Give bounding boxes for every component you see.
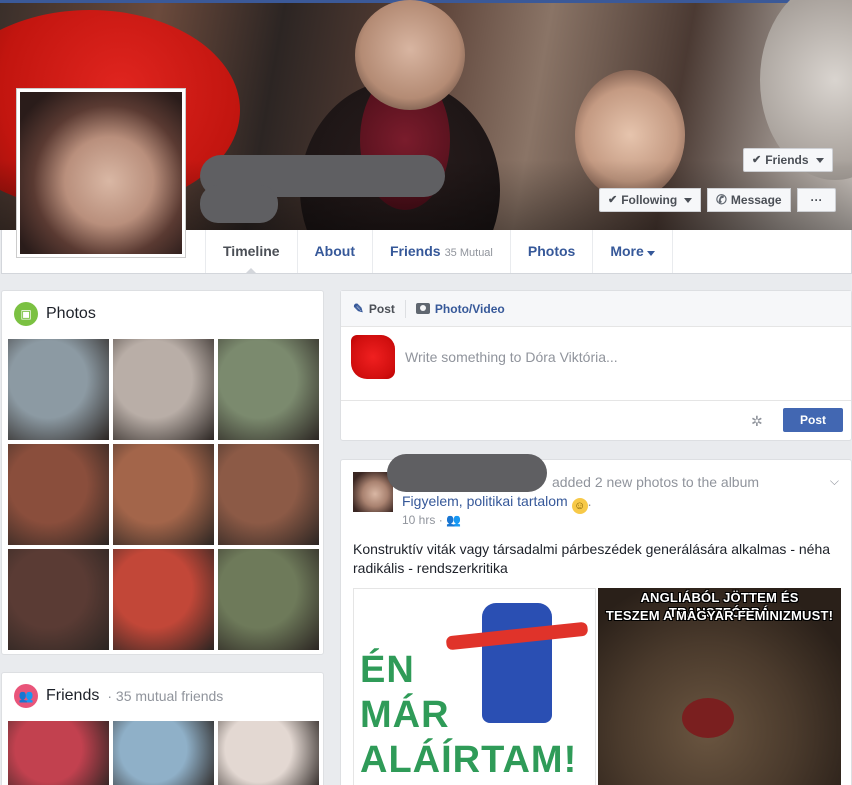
tab-about[interactable]: About <box>298 230 373 273</box>
composer-tab-label: Post <box>368 301 395 316</box>
mutual-friends-count: · 35 mutual friends <box>107 688 224 704</box>
caret-down-icon <box>684 197 693 203</box>
composer-tab-post[interactable]: ✎ Post <box>353 301 395 317</box>
post-timestamp[interactable]: 10 hrs <box>402 513 435 527</box>
image-text-line: ALÁÍRTAM! <box>360 739 578 781</box>
redacted-author-name <box>387 454 547 492</box>
caret-down-icon <box>815 157 824 163</box>
tab-label: Photos <box>527 243 576 259</box>
photo-thumbnail[interactable] <box>218 549 319 650</box>
divider <box>404 299 406 318</box>
photos-card: ▣ Photos <box>1 290 324 655</box>
photo-thumbnail[interactable] <box>8 549 109 650</box>
photo-grid <box>8 339 319 650</box>
photos-card-header: ▣ Photos <box>2 291 323 337</box>
gear-icon[interactable]: ✲ <box>751 413 763 430</box>
photo-icon: ▣ <box>14 302 38 326</box>
image-text-line: ÉN <box>360 649 415 691</box>
photo-thumbnail[interactable] <box>113 339 214 440</box>
composer-tabs: ✎ Post Photo/Video <box>341 291 851 327</box>
friends-button-label: Friends <box>765 153 809 167</box>
redacted-profile-name <box>200 185 278 223</box>
pencil-icon: ✎ <box>353 300 364 316</box>
more-options-button[interactable]: ··· <box>797 188 836 212</box>
redacted-avatar <box>351 335 395 379</box>
friend-thumbnail[interactable] <box>113 721 214 785</box>
composer-input[interactable]: Write something to Dóra Viktória... <box>405 349 618 365</box>
tab-label: Timeline <box>223 243 280 259</box>
post-composer: ✎ Post Photo/Video Write something to Dó… <box>340 290 852 441</box>
friend-thumbnail[interactable] <box>218 721 319 785</box>
ellipsis-icon: ··· <box>810 193 823 207</box>
photos-card-title[interactable]: Photos <box>46 305 96 323</box>
photo-thumbnail[interactable] <box>113 444 214 545</box>
following-button[interactable]: ✔ Following <box>599 188 702 212</box>
composer-tab-photo-video[interactable]: Photo/Video <box>415 301 505 316</box>
composer-body[interactable]: Write something to Dóra Viktória... <box>341 327 851 401</box>
friends-card-title[interactable]: Friends <box>46 687 99 705</box>
fist-illustration <box>482 603 552 723</box>
post-meta: 10 hrs · 👥 <box>402 513 461 527</box>
friends-grid <box>8 721 319 785</box>
friends-button[interactable]: ✔ Friends <box>743 148 833 172</box>
post-image-2[interactable]: ANGLIÁBÓL JÖTTEM ÉS TRANSZFÓBBÁ TESZEM A… <box>598 588 841 785</box>
message-button-label: Message <box>730 193 782 207</box>
album-link[interactable]: Figyelem, politikai tartalom <box>402 493 568 509</box>
feed-post: added 2 new photos to the album Figyelem… <box>340 454 852 785</box>
post-button[interactable]: Post <box>783 408 843 432</box>
tab-photos[interactable]: Photos <box>511 230 594 273</box>
photo-thumbnail[interactable] <box>113 549 214 650</box>
photo-thumbnail[interactable] <box>8 339 109 440</box>
profile-photo <box>20 92 182 254</box>
check-icon: ✔ <box>752 154 762 166</box>
dot-separator: · <box>438 513 447 527</box>
composer-tab-label: Photo/Video <box>434 301 505 316</box>
tab-label: About <box>314 243 355 259</box>
image-caption-line: TESZEM A MAGYAR FEMINIZMUST! <box>605 608 834 623</box>
smiley-emoji-icon: ☺ <box>571 498 588 514</box>
photo-thumbnail[interactable] <box>8 444 109 545</box>
check-icon: ✔ <box>608 194 618 206</box>
mutual-count: 35 Mutual <box>444 247 493 259</box>
photo-thumbnail[interactable] <box>218 444 319 545</box>
composer-footer: ✲ Post <box>341 401 851 441</box>
chevron-down-icon[interactable]: ⌵ <box>830 474 839 489</box>
messenger-icon: ✆ <box>716 192 727 207</box>
tab-label: More <box>610 243 644 259</box>
post-action: added 2 new photos to the album <box>552 474 760 490</box>
tab-friends[interactable]: Friends 35 Mutual <box>373 230 511 273</box>
message-button[interactable]: ✆ Message <box>707 188 791 212</box>
post-image-1[interactable]: ÉN MÁR ALÁÍRTAM! <box>353 588 596 785</box>
friend-thumbnail[interactable] <box>8 721 109 785</box>
caret-down-icon <box>646 251 655 256</box>
post-header-period: . <box>587 493 592 509</box>
profile-tabs: Timeline About Friends 35 Mutual Photos M… <box>205 230 673 274</box>
camera-icon <box>415 303 430 314</box>
post-text: Konstruktív viták vagy társadalmi párbes… <box>353 541 831 576</box>
following-button-label: Following <box>621 193 678 207</box>
friends-audience-icon[interactable]: 👥 <box>446 513 461 527</box>
cat-illustration <box>682 698 734 738</box>
friends-card: 👥 Friends · 35 mutual friends <box>1 672 324 785</box>
profile-picture[interactable] <box>16 88 186 258</box>
tab-more[interactable]: More <box>593 230 673 273</box>
tab-label: Friends <box>389 243 441 259</box>
cover-figure <box>355 0 465 110</box>
tab-timeline[interactable]: Timeline <box>205 230 298 274</box>
photo-thumbnail[interactable] <box>218 339 319 440</box>
friends-icon: 👥 <box>14 684 38 708</box>
friends-card-header: 👥 Friends · 35 mutual friends <box>2 673 323 719</box>
image-text-line: MÁR <box>360 694 450 736</box>
